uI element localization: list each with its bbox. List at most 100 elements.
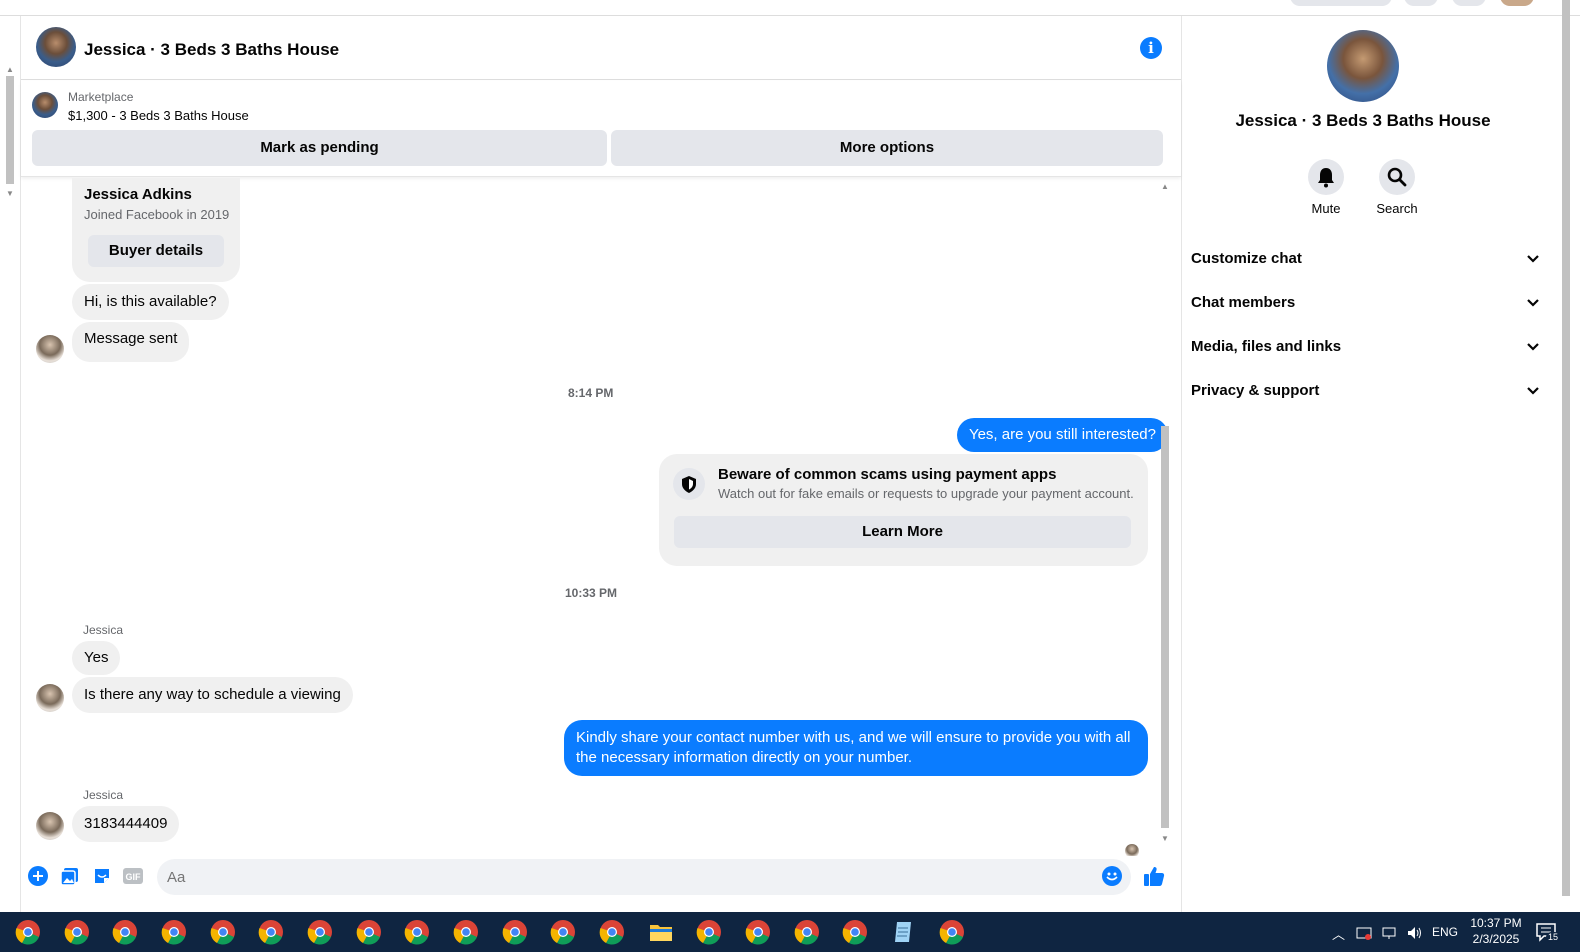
chrome-icon[interactable] [111, 918, 139, 946]
row-label: Privacy & support [1191, 382, 1320, 399]
page-scrollbar[interactable]: ▲ ▼ [4, 64, 16, 204]
chrome-icon[interactable] [598, 918, 626, 946]
chrome-icon[interactable] [160, 918, 188, 946]
message-input[interactable] [157, 859, 1131, 895]
search-button[interactable]: Search [1367, 159, 1427, 216]
language-indicator[interactable]: ENG [1432, 925, 1458, 952]
chevron-down-icon [1525, 294, 1541, 310]
media-files-links-row[interactable]: Media, files and links [1191, 326, 1541, 370]
notification-count: 15 [1546, 932, 1561, 942]
message-list: Jessica Adkins Joined Facebook in 2019 B… [21, 178, 1181, 856]
profile-avatar[interactable] [1500, 0, 1534, 6]
chrome-icon[interactable] [793, 918, 821, 946]
clock-date: 2/3/2025 [1472, 932, 1520, 946]
message-bubble-outgoing[interactable]: Kindly share your contact number with us… [564, 720, 1148, 776]
mute-label: Mute [1311, 201, 1341, 216]
scroll-down-arrow-icon[interactable]: ▼ [6, 190, 14, 198]
chat-window: Jessica · 3 Beds 3 Baths House i Marketp… [20, 16, 1182, 912]
chevron-up-icon[interactable]: ︿ [1332, 924, 1345, 952]
info-icon[interactable]: i [1140, 37, 1162, 59]
listing-title[interactable]: $1,300 - 3 Beds 3 Baths House [68, 108, 249, 123]
message-bubble-incoming[interactable]: Message sent [72, 322, 190, 362]
scroll-up-arrow-icon[interactable]: ▲ [6, 66, 14, 74]
conversation-details-panel: Jessica · 3 Beds 3 Baths House Mute Sear… [1183, 16, 1560, 912]
marketplace-label: Marketplace [68, 90, 134, 104]
chrome-icon[interactable] [938, 918, 966, 946]
message-bubble-incoming[interactable]: Is there any way to schedule a viewing [72, 677, 353, 713]
listing-avatar[interactable] [36, 27, 76, 67]
search-icon[interactable] [1379, 159, 1415, 195]
sender-avatar[interactable] [36, 812, 64, 840]
row-label: Media, files and links [1191, 338, 1342, 355]
buyer-joined: Joined Facebook in 2019 [84, 207, 230, 222]
security-icon[interactable] [1356, 925, 1372, 952]
chrome-icon[interactable] [549, 918, 577, 946]
top-nav-pill[interactable] [1290, 0, 1392, 6]
chrome-icon[interactable] [695, 918, 723, 946]
mute-button[interactable]: Mute [1296, 159, 1356, 216]
scroll-thumb[interactable] [1161, 426, 1169, 828]
chat-header: Jessica · 3 Beds 3 Baths House i [21, 16, 1181, 80]
svg-text:GIF: GIF [126, 872, 142, 882]
chrome-icon[interactable] [306, 918, 334, 946]
message-bubble-outgoing[interactable]: Yes, are you still interested? [956, 418, 1168, 452]
clock[interactable]: 10:37 PM 2/3/2025 [1466, 915, 1526, 952]
network-icon[interactable] [1382, 925, 1398, 952]
mark-as-pending-button[interactable]: Mark as pending [32, 130, 607, 166]
emoji-icon[interactable] [1102, 866, 1122, 886]
chat-members-row[interactable]: Chat members [1191, 282, 1541, 326]
gif-icon[interactable]: GIF [122, 866, 144, 886]
chrome-icon[interactable] [209, 918, 237, 946]
bell-icon[interactable] [1308, 159, 1344, 195]
chrome-icon[interactable] [257, 918, 285, 946]
message-bubble-incoming[interactable]: Hi, is this available? [72, 284, 229, 320]
privacy-support-row[interactable]: Privacy & support [1191, 370, 1541, 414]
chevron-down-icon [1525, 338, 1541, 354]
top-nav-button[interactable] [1404, 0, 1438, 6]
buyer-card: Jessica Adkins Joined Facebook in 2019 B… [72, 178, 240, 282]
message-bubble-incoming[interactable]: 3183444409 [72, 806, 180, 842]
listing-thumbnail[interactable] [32, 92, 58, 118]
chrome-icon[interactable] [403, 918, 431, 946]
top-nav-button[interactable] [1452, 0, 1486, 6]
volume-icon[interactable] [1406, 925, 1424, 952]
buyer-details-button[interactable]: Buyer details [88, 235, 224, 267]
notepad-icon[interactable] [889, 918, 917, 946]
scroll-thumb[interactable] [6, 76, 14, 184]
listing-avatar-large[interactable] [1327, 30, 1399, 102]
sender-avatar[interactable] [36, 684, 64, 712]
shield-icon [673, 468, 705, 500]
more-options-button[interactable]: More options [611, 130, 1163, 166]
scam-warning-title: Beware of common scams using payment app… [718, 466, 1057, 483]
sender-name: Jessica [83, 623, 124, 637]
scroll-thumb[interactable] [1562, 0, 1570, 896]
customize-chat-row[interactable]: Customize chat [1191, 238, 1541, 282]
chrome-icon[interactable] [355, 918, 383, 946]
chrome-icon[interactable] [452, 918, 480, 946]
chevron-down-icon [1525, 250, 1541, 266]
chrome-icon[interactable] [14, 918, 42, 946]
timestamp: 10:33 PM [565, 586, 618, 600]
photo-icon[interactable] [60, 866, 80, 886]
chat-scrollbar[interactable]: ▲ ▼ [1159, 178, 1171, 848]
chrome-icon[interactable] [841, 918, 869, 946]
notifications-icon[interactable]: 15 [1536, 922, 1561, 952]
chevron-down-icon [1525, 382, 1541, 398]
details-title: Jessica · 3 Beds 3 Baths House [1235, 111, 1491, 130]
sender-avatar[interactable] [36, 335, 64, 363]
learn-more-button[interactable]: Learn More [674, 516, 1131, 548]
like-icon[interactable] [1142, 864, 1166, 888]
file-explorer-icon[interactable] [647, 918, 675, 946]
search-label: Search [1376, 201, 1418, 216]
scroll-down-arrow-icon[interactable]: ▼ [1161, 834, 1169, 843]
scroll-up-arrow-icon[interactable]: ▲ [1161, 182, 1169, 191]
message-composer: GIF [21, 856, 1181, 912]
sticker-icon[interactable] [92, 866, 112, 886]
chrome-icon[interactable] [501, 918, 529, 946]
message-bubble-incoming[interactable]: Yes [72, 641, 121, 675]
chat-title[interactable]: Jessica · 3 Beds 3 Baths House [84, 40, 339, 60]
chrome-icon[interactable] [63, 918, 91, 946]
plus-icon[interactable] [28, 866, 48, 886]
chrome-icon[interactable] [744, 918, 772, 946]
window-scrollbar[interactable] [1560, 0, 1572, 912]
